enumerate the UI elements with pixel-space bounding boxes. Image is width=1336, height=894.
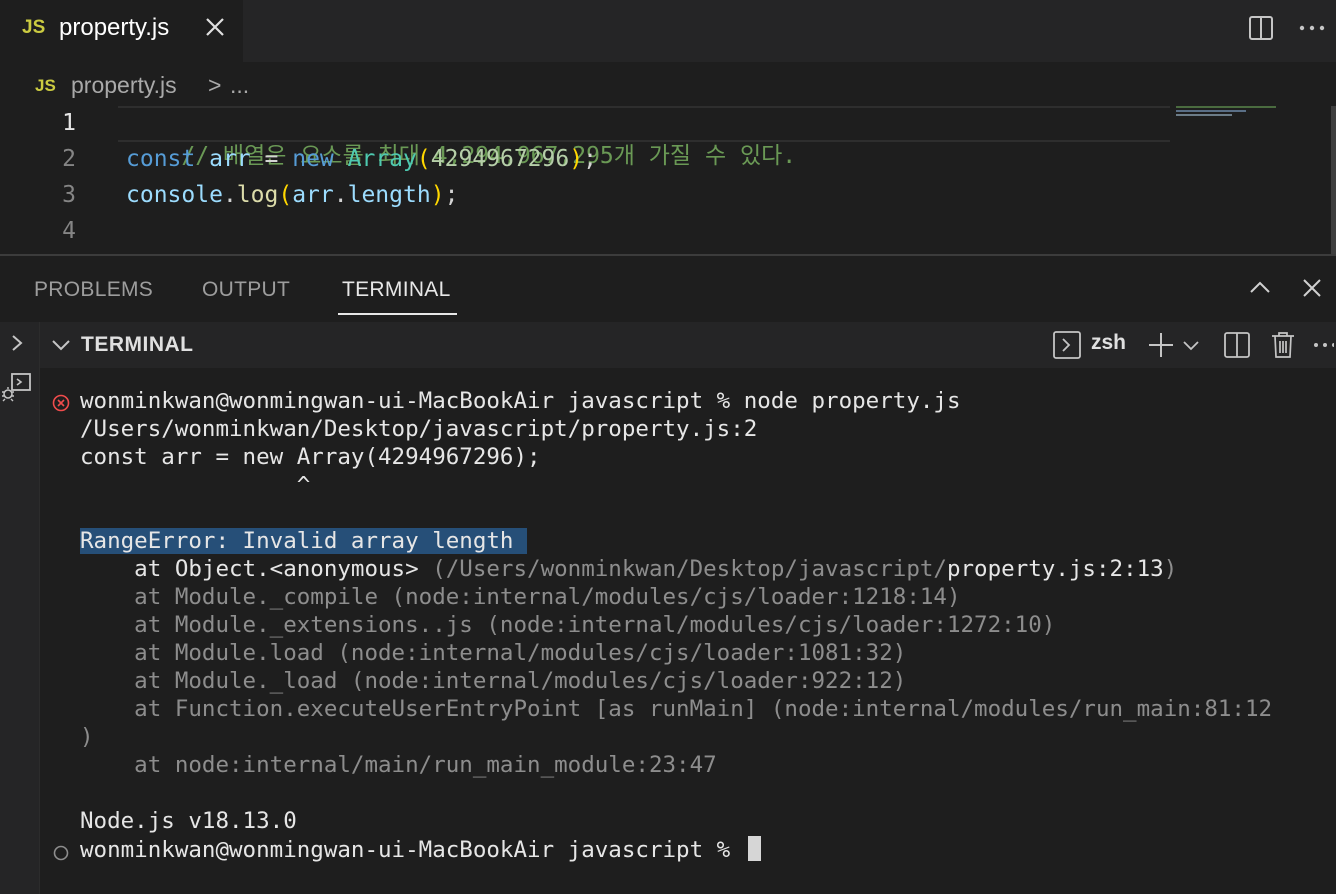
line-number: 2 [62, 146, 76, 172]
stack-trace-line: ) [80, 724, 94, 750]
minimap-line [1176, 114, 1232, 116]
terminal-line: /Users/wonminkwan/Desktop/javascript/pro… [80, 416, 758, 442]
more-actions-icon[interactable] [1296, 14, 1328, 42]
split-editor-icon[interactable] [1247, 14, 1275, 42]
scrollbar-thumb[interactable] [1331, 106, 1336, 254]
minimap[interactable] [1176, 106, 1306, 120]
code-keyword: const [126, 146, 196, 172]
terminal-prompt-line: wonminkwan@wonmingwan-ui-MacBookAir java… [80, 836, 761, 863]
panel-side-strip [0, 322, 40, 894]
line-number: 1 [62, 110, 76, 136]
editor-tab-bar: JS property.js [0, 0, 1336, 62]
terminal-output[interactable]: wonminkwan@wonmingwan-ui-MacBookAir java… [40, 368, 1336, 894]
code-variable: arr [209, 146, 251, 172]
tab-problems[interactable]: PROBLEMS [34, 278, 153, 302]
tab-terminal[interactable]: TERMINAL [342, 278, 451, 302]
stack-trace-line: at Module._extensions..js (node:internal… [80, 612, 1056, 638]
panel-tab-bar: PROBLEMS OUTPUT TERMINAL [0, 256, 1336, 322]
terminal-prompt: wonminkwan@wonmingwan-ui-MacBookAir java… [80, 837, 744, 863]
selected-text: RangeError: Invalid array length [80, 528, 528, 554]
node-version-line: Node.js v18.13.0 [80, 808, 297, 834]
shell-name[interactable]: zsh [1091, 331, 1126, 355]
code-number: 4294967296 [430, 146, 570, 172]
terminal-cursor [747, 836, 761, 861]
code-class: Array [347, 146, 417, 172]
stack-prefix: at Object.<anonymous> [80, 556, 433, 582]
terminal-panel: TERMINAL zsh wonminkwan@wonmingwan-ui-Ma… [40, 322, 1336, 894]
code-line-3: console.log(arr.length); [126, 182, 458, 208]
close-icon[interactable] [200, 12, 230, 42]
tab-label: property.js [59, 14, 170, 41]
terminal-section-title: TERMINAL [81, 333, 194, 356]
debug-console-icon[interactable] [0, 370, 34, 404]
code-function: log [236, 182, 279, 208]
error-decoration-icon[interactable] [52, 394, 70, 412]
stack-trace-line: at Function.executeUserEntryPoint [as ru… [80, 696, 1273, 722]
code-keyword: new [292, 146, 334, 172]
code-paren: ) [569, 146, 584, 172]
chevron-right-icon[interactable] [6, 332, 28, 354]
stack-trace-line: at Module.load (node:internal/modules/cj… [80, 640, 907, 666]
terminal-header: TERMINAL zsh [40, 322, 1336, 368]
breadcrumb-separator: > [208, 72, 222, 98]
code-property: length [347, 182, 431, 208]
javascript-file-icon: JS [22, 17, 46, 38]
code-dot: . [222, 182, 237, 208]
terminal-line: ^ [80, 472, 311, 498]
line-number: 3 [62, 182, 76, 208]
terminal-error-line: RangeError: Invalid array length [80, 528, 528, 554]
stack-trace-line: at node:internal/main/run_main_module:23… [80, 752, 717, 778]
split-terminal-icon[interactable] [1222, 330, 1252, 360]
maximize-panel-icon[interactable] [1246, 274, 1274, 302]
code-operator: = [264, 146, 279, 172]
code-editor[interactable]: 1 2 3 4 // 배열은 요소를 최대 4,294,967,295개 가질 … [0, 106, 1336, 254]
minimap-line [1176, 106, 1276, 108]
stack-file-link[interactable]: property.js:2:13 [947, 556, 1164, 582]
stack-path: (/Users/wonminkwan/Desktop/javascript/ [432, 556, 947, 582]
code-paren: ) [430, 182, 445, 208]
minimap-line [1176, 110, 1246, 112]
stack-trace-line: at Module._compile (node:internal/module… [80, 584, 961, 610]
code-variable: arr [292, 182, 334, 208]
javascript-file-icon: JS [35, 76, 56, 95]
stack-trace-line: at Module._load (node:internal/modules/c… [80, 668, 907, 694]
code-variable: console [126, 182, 223, 208]
stack-close: ) [1163, 556, 1178, 582]
terminal-command-line: wonminkwan@wonmingwan-ui-MacBookAir java… [80, 388, 961, 414]
code-semicolon: ; [444, 182, 459, 208]
code-paren: ( [278, 182, 293, 208]
more-actions-icon[interactable] [1312, 330, 1334, 360]
tab-property-js[interactable]: JS property.js [0, 0, 243, 62]
editor-scrollbar[interactable] [1331, 106, 1336, 254]
command-decoration-icon[interactable] [52, 844, 70, 862]
close-panel-icon[interactable] [1298, 274, 1326, 302]
breadcrumb-file[interactable]: property.js [71, 72, 177, 99]
tab-output[interactable]: OUTPUT [202, 278, 290, 302]
trash-icon[interactable] [1269, 330, 1297, 360]
terminal-line: const arr = new Array(4294967296); [80, 444, 541, 470]
code-dot: . [333, 182, 348, 208]
terminal-shell-icon[interactable] [1052, 330, 1082, 360]
code-line-2: const arr = new Array(4294967296); [126, 146, 597, 172]
breadcrumb: JS property.js > ... [0, 62, 1336, 106]
stack-trace-line: at Object.<anonymous> (/Users/wonminkwan… [80, 556, 1177, 582]
active-tab-indicator [338, 313, 457, 315]
chevron-down-icon[interactable] [1180, 330, 1202, 360]
breadcrumb-ellipsis[interactable]: ... [230, 72, 249, 99]
chevron-down-icon[interactable] [50, 334, 72, 356]
code-semicolon: ; [583, 146, 597, 172]
code-paren: ( [416, 146, 431, 172]
line-number: 4 [62, 218, 76, 244]
new-terminal-icon[interactable] [1146, 330, 1176, 360]
